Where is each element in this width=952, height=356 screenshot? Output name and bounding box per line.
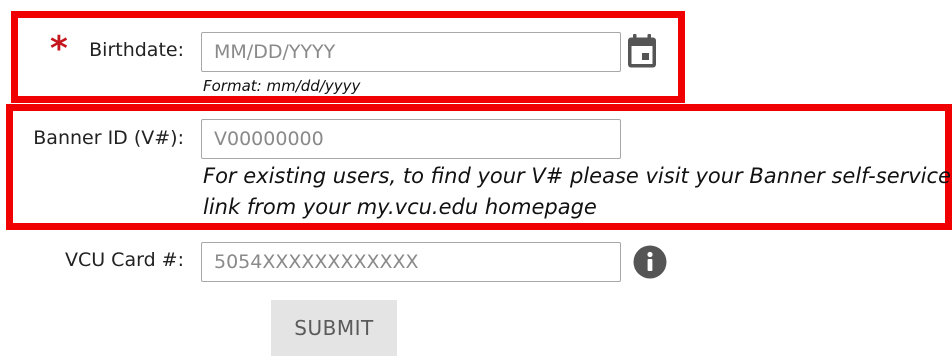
info-icon[interactable] (633, 245, 667, 279)
birthdate-input[interactable] (201, 32, 621, 72)
vcu-card-label: VCU Card #: (64, 249, 184, 271)
required-marker: * (50, 29, 68, 69)
calendar-icon[interactable] (626, 33, 658, 69)
banner-id-help-line-1: For existing users, to find your V# plea… (203, 164, 951, 188)
vcu-card-input[interactable] (201, 242, 621, 282)
banner-id-input[interactable] (201, 119, 621, 159)
submit-button[interactable]: SUBMIT (271, 300, 397, 356)
birthdate-label: Birthdate: (89, 39, 184, 61)
banner-id-label: Banner ID (V#): (33, 127, 184, 149)
banner-id-help-line-2: link from your my.vcu.edu homepage (203, 195, 597, 219)
birthdate-format-hint: Format: mm/dd/yyyy (203, 77, 361, 95)
